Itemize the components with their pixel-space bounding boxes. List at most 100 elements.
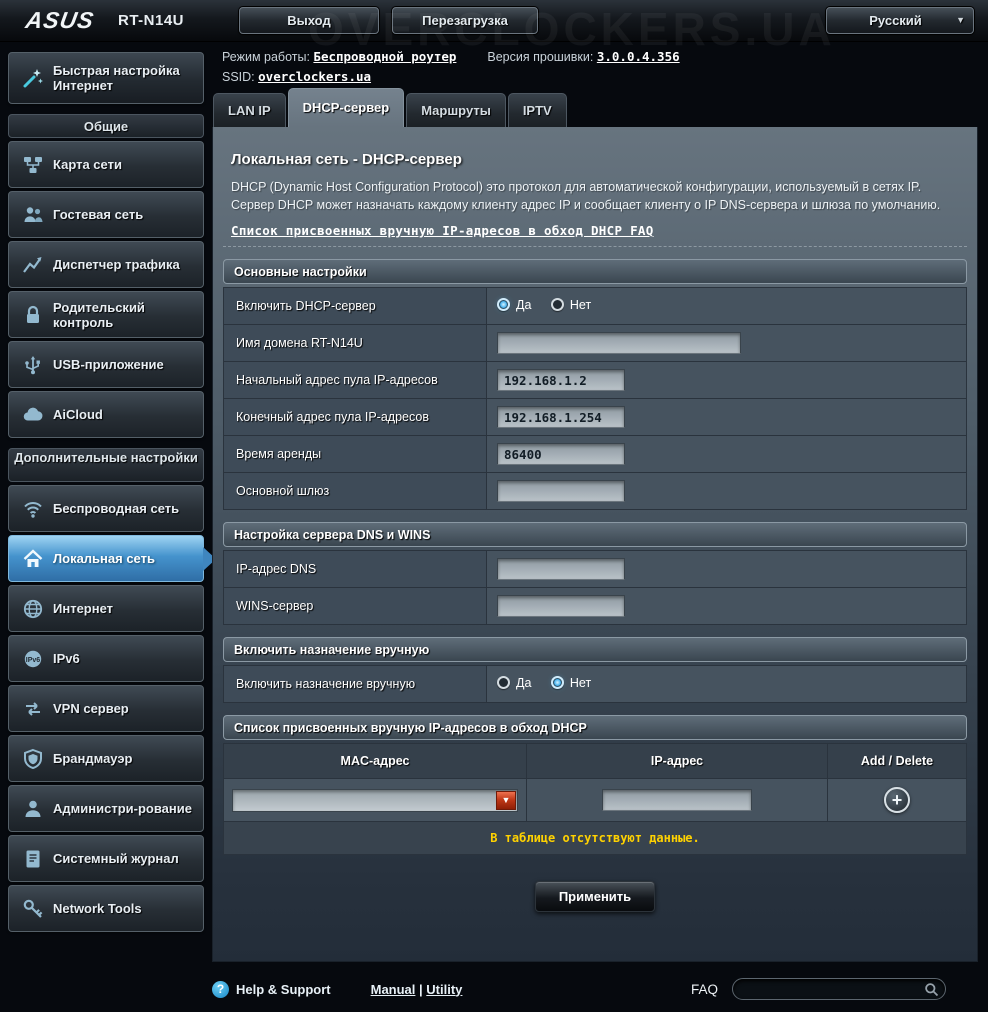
sidebar-item-traffic-manager[interactable]: Диспетчер трафика [8,241,204,288]
table-row: Основной шлюз [223,472,967,510]
sidebar-item-parental-control[interactable]: Родительский контроль [8,291,204,338]
logout-button[interactable]: Выход [239,7,379,34]
search-icon[interactable] [924,982,939,997]
sidebar-item-label: Интернет [53,601,114,616]
field-value-cell [486,398,967,436]
sidebar-item-label: Администри-рование [53,801,192,816]
sidebar-item-network-tools[interactable]: Network Tools [8,885,204,932]
tab-routes[interactable]: Маршруты [406,93,506,127]
footer-links: Manual | Utility [371,982,463,997]
lease-time-input[interactable] [497,443,625,465]
wins-server-input[interactable] [497,595,625,617]
content-panel: Локальная сеть - DHCP-сервер DHCP (Dynam… [212,127,978,962]
utility-link[interactable]: Utility [426,982,462,997]
domain-name-input[interactable] [497,332,741,354]
ip-cell [526,778,828,822]
sidebar-item-label: Диспетчер трафика [53,257,180,272]
manual-enable-no-option[interactable]: Нет [550,676,591,690]
dhcp-enable-yes-option[interactable]: Да [497,298,531,312]
sidebar-item-administration[interactable]: Администри-рование [8,785,204,832]
empty-table-message: В таблице отсутствуют данные. [223,821,967,855]
wireless-icon [13,498,53,520]
divider [223,246,967,247]
sidebar-item-internet[interactable]: Интернет [8,585,204,632]
ip-pool-start-input[interactable] [497,369,625,391]
manual-link[interactable]: Manual [371,982,416,997]
field-label: Начальный адрес пула IP-адресов [223,361,487,399]
dhcp-faq-link[interactable]: Список присвоенных вручную IP-адресов в … [231,223,654,238]
sidebar-item-label: VPN сервер [53,701,129,716]
traffic-manager-icon [13,254,53,276]
sidebar-item-guest-network[interactable]: Гостевая сеть [8,191,204,238]
default-gateway-input[interactable] [497,480,625,502]
mode-label: Режим работы: [222,50,310,64]
sidebar-item-firewall[interactable]: Брандмауэр [8,735,204,782]
internet-icon [13,598,53,620]
table-row: Имя домена RT-N14U [223,324,967,362]
mode-link[interactable]: Беспроводной роутер [313,49,456,64]
manual-enable-yes-option[interactable]: Да [497,676,531,690]
sidebar-item-label: Брандмауэр [53,751,133,766]
sidebar-item-label: Карта сети [53,157,122,172]
asus-logo: ASUS [23,7,97,33]
tab-dhcp-server[interactable]: DHCP-сервер [287,88,405,127]
footer: ? Help & Support Manual | Utility FAQ [212,978,980,1000]
help-support-link[interactable]: Help & Support [236,982,331,997]
sidebar-item-vpn-server[interactable]: VPN сервер [8,685,204,732]
field-value-cell [486,324,967,362]
field-label: WINS-сервер [223,587,487,625]
add-button[interactable]: + [884,787,910,813]
reboot-button[interactable]: Перезагрузка [392,7,538,34]
svg-text:IPv6: IPv6 [26,656,41,663]
sidebar-item-lan[interactable]: Локальная сеть [8,535,216,582]
section-header-manual-list: Список присвоенных вручную IP-адресов в … [223,715,967,740]
parental-control-icon [13,304,53,326]
dropdown-arrow-button[interactable]: ▼ [496,790,516,810]
mac-address-select[interactable]: ▼ [232,788,518,812]
field-value-cell [486,587,967,625]
ipv6-icon: IPv6 [13,648,53,670]
system-log-icon [13,848,53,870]
faq-search-input[interactable] [743,982,924,996]
firmware-link[interactable]: 3.0.0.4.356 [597,49,680,64]
field-value-cell: Да Нет [486,287,967,325]
table-input-row: ▼ + [223,778,967,822]
field-value-cell [486,361,967,399]
table-row: Время аренды [223,435,967,473]
language-selector[interactable]: Русский ▼ [826,7,974,34]
radio-label: Да [516,675,532,690]
sidebar-item-usb-application[interactable]: USB-приложение [8,341,204,388]
ip-pool-end-input[interactable] [497,406,625,428]
table-row: Включить назначение вручную Да Нет [223,665,967,703]
tab-iptv[interactable]: IPTV [507,93,567,127]
radio-checked-icon [497,298,510,312]
field-label: Включить назначение вручную [223,665,487,703]
sidebar-item-label: Системный журнал [53,851,179,866]
sidebar-item-system-log[interactable]: Системный журнал [8,835,204,882]
sidebar: Быстрая настройка Интернет Общие Карта с… [8,52,216,935]
table-row: Начальный адрес пула IP-адресов [223,361,967,399]
sidebar-item-network-map[interactable]: Карта сети [8,141,204,188]
radio-checked-icon [550,676,564,690]
sidebar-item-ipv6[interactable]: IPv6 IPv6 [8,635,204,682]
sidebar-item-wireless[interactable]: Беспроводная сеть [8,485,204,532]
tab-lan-ip[interactable]: LAN IP [213,93,286,127]
sidebar-item-quick-setup[interactable]: Быстрая настройка Интернет [8,52,204,104]
section-header-manual-enable: Включить назначение вручную [223,637,967,662]
network-map-icon [13,154,53,176]
dhcp-enable-no-option[interactable]: Нет [550,298,591,312]
field-label: Имя домена RT-N14U [223,324,487,362]
sidebar-item-aicloud[interactable]: AiCloud [8,391,204,438]
chevron-down-icon: ▼ [956,15,965,25]
apply-button[interactable]: Применить [535,881,655,912]
basic-settings-table: Включить DHCP-сервер Да Нет Имя домена R… [223,287,967,510]
ssid-label: SSID: [222,70,255,84]
ssid-link[interactable]: overclockers.ua [258,69,371,84]
faq-search-box [732,978,946,1000]
column-header-add-delete: Add / Delete [827,743,967,779]
dns-ip-input[interactable] [497,558,625,580]
manual-ip-input[interactable] [602,789,752,811]
sidebar-section-general: Общие [8,114,204,138]
field-value-cell [486,472,967,510]
table-row: Включить DHCP-сервер Да Нет [223,287,967,325]
